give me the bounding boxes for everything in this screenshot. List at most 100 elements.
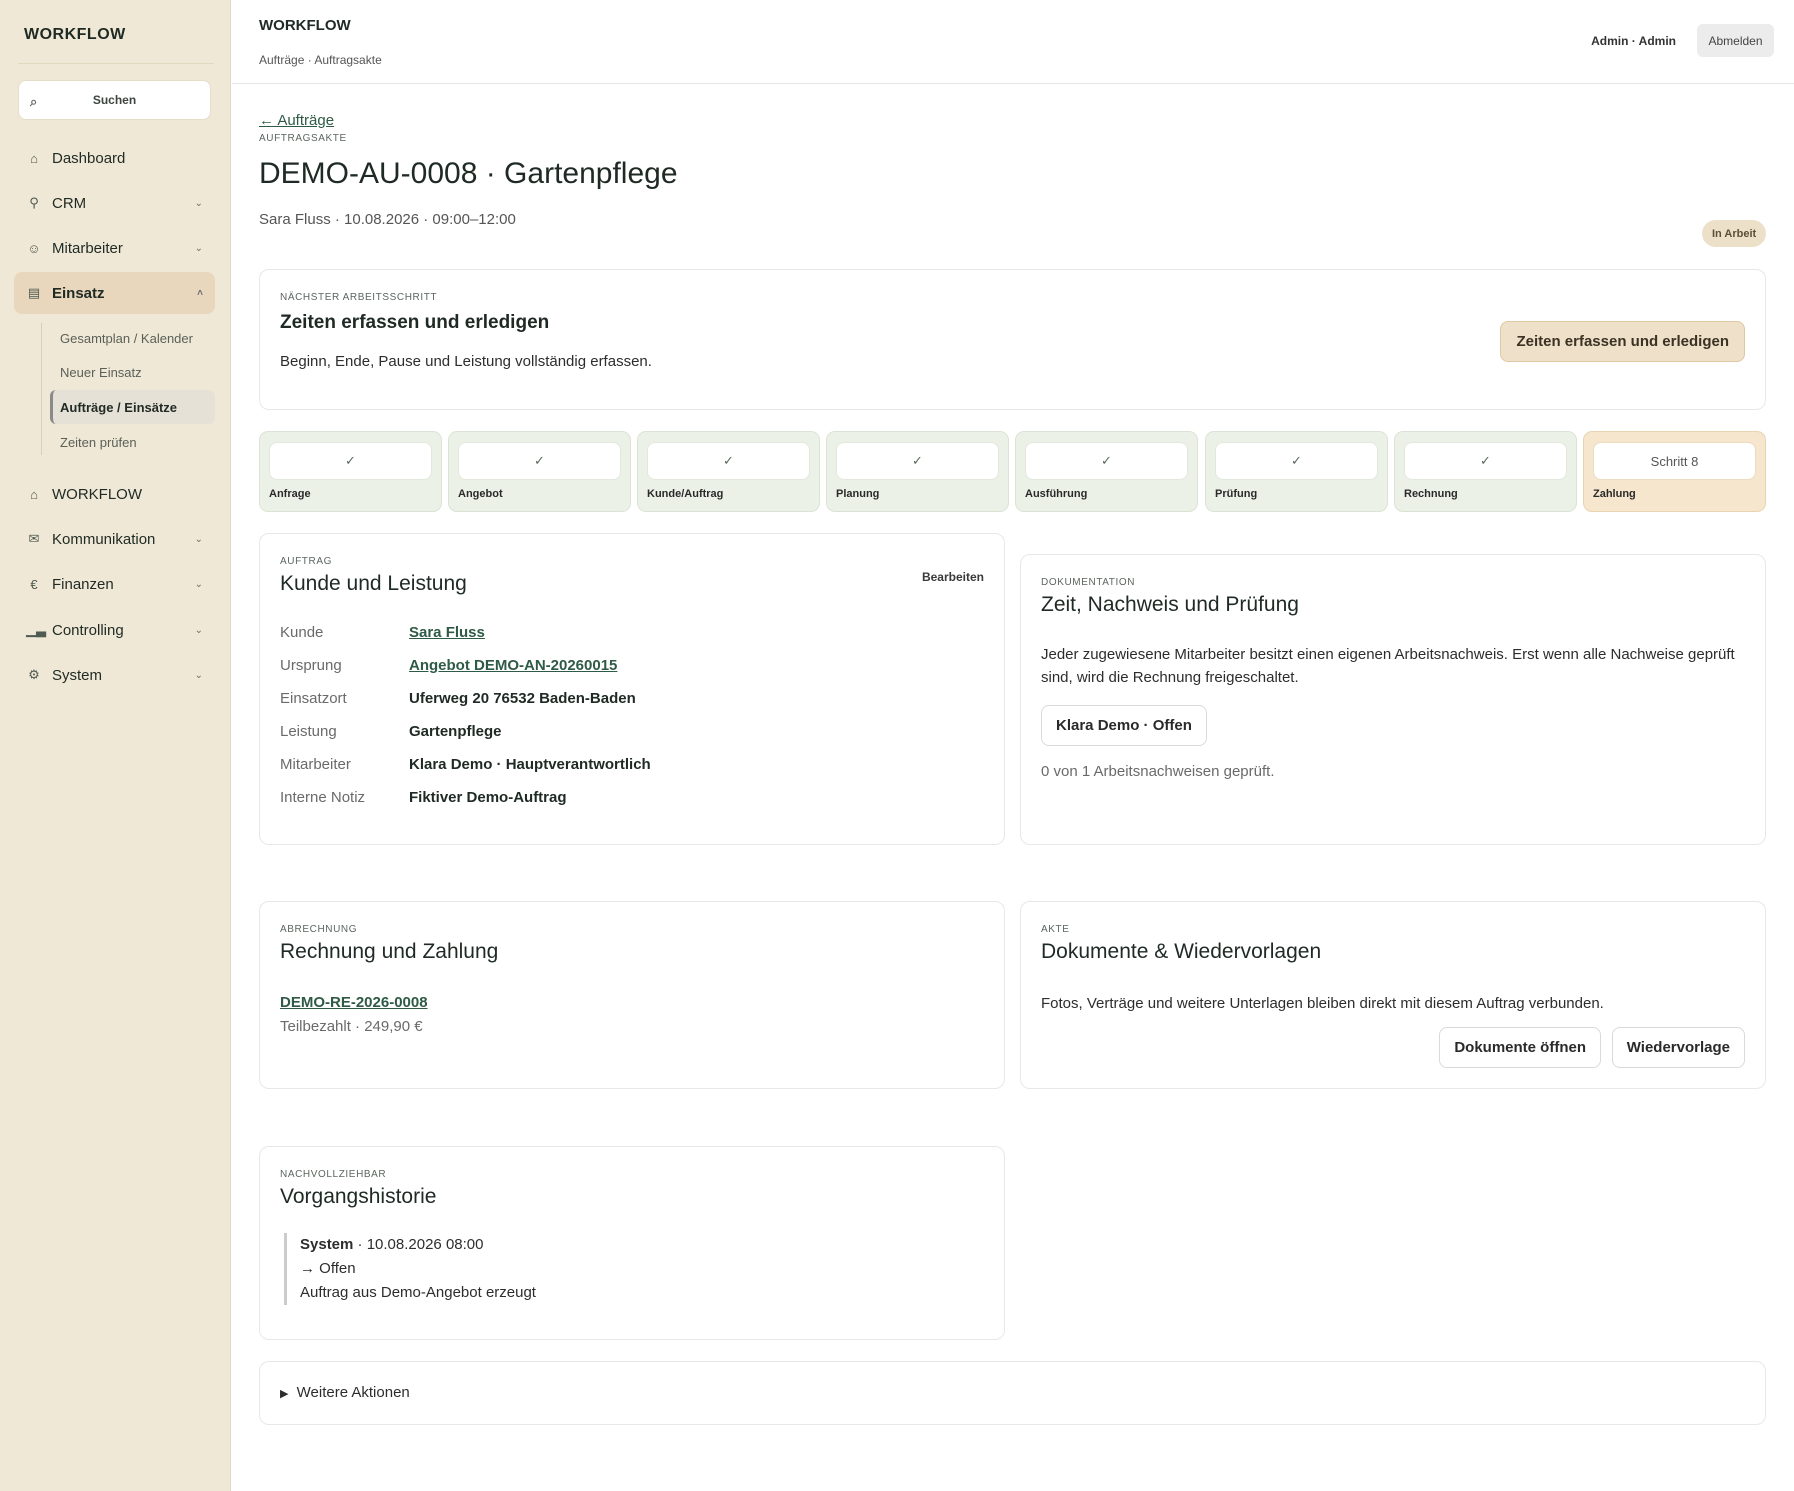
nav-workflow[interactable]: ⌂ WORKFLOW xyxy=(14,473,215,515)
search-button[interactable]: ⌕ Suchen xyxy=(18,80,211,120)
nav-label: System xyxy=(52,666,103,684)
card-title: Vorgangshistorie xyxy=(280,1185,437,1208)
back-link[interactable]: ← Aufträge xyxy=(259,112,334,129)
page-meta: Sara Fluss · 10.08.2026 · 09:00–12:00 xyxy=(259,211,516,228)
detail-value: Uferweg 20 76532 Baden-Baden xyxy=(409,690,636,707)
nav-label: Kommunikation xyxy=(52,530,156,548)
detail-value: Fiktiver Demo-Auftrag xyxy=(409,789,567,806)
detail-label: Einsatzort xyxy=(280,690,347,707)
nav-finanzen[interactable]: € Finanzen ⌄ xyxy=(14,563,215,605)
check-icon: ✓ xyxy=(647,442,810,480)
step-angebot[interactable]: ✓ Angebot xyxy=(448,431,631,512)
triangle-right-icon: ▶ xyxy=(280,1388,289,1400)
chevron-down-icon: ⌄ xyxy=(194,533,203,545)
chevron-down-icon: ⌄ xyxy=(194,578,203,590)
card-kicker: NACHVOLLZIEHBAR xyxy=(280,1169,387,1180)
nav-label: Controlling xyxy=(52,621,124,639)
files-card: AKTE Dokumente & Wiedervorlagen Fotos, V… xyxy=(1020,901,1766,1089)
chevron-down-icon: ⌄ xyxy=(194,197,203,209)
sidebar-divider xyxy=(18,63,214,64)
card-text: Fotos, Verträge und weitere Unterlagen b… xyxy=(1041,995,1604,1012)
chevron-down-icon: ⌄ xyxy=(194,624,203,636)
step-label: Rechnung xyxy=(1404,488,1458,500)
step-pruefung[interactable]: ✓ Prüfung xyxy=(1205,431,1388,512)
nav-label: Einsatz xyxy=(52,284,105,302)
card-title: Rechnung und Zahlung xyxy=(280,940,499,963)
origin-offer-link[interactable]: Angebot DEMO-AN-20260015 xyxy=(409,657,617,674)
current-user: Admin · Admin xyxy=(1591,34,1676,48)
nav-system[interactable]: ⚙ System ⌄ xyxy=(14,654,215,696)
step-rechnung[interactable]: ✓ Rechnung xyxy=(1394,431,1577,512)
card-text: Jeder zugewiesene Mitarbeiter besitzt ei… xyxy=(1041,646,1735,686)
record-times-button[interactable]: Zeiten erfassen und erledigen xyxy=(1500,321,1745,362)
sub-auftraege[interactable]: Aufträge / Einsätze xyxy=(50,390,215,424)
check-icon: ✓ xyxy=(458,442,621,480)
nav-einsatz[interactable]: ▤ Einsatz ˄ xyxy=(14,272,215,314)
users-icon: ⚲ xyxy=(29,195,39,210)
more-actions-toggle[interactable]: ▶ Weitere Aktionen xyxy=(280,1384,410,1401)
step-label: Planung xyxy=(836,488,880,500)
history-time: · 10.08.2026 08:00 xyxy=(353,1236,484,1253)
detail-label: Ursprung xyxy=(280,657,342,674)
card-kicker: NÄCHSTER ARBEITSSCHRITT xyxy=(280,292,438,303)
sidebar: WORKFLOW ⌕ Suchen ⌂ Dashboard ⚲ CRM ⌄ ☺ … xyxy=(0,0,231,1491)
app-title: WORKFLOW xyxy=(259,17,351,34)
step-kunde-auftrag[interactable]: ✓ Kunde/Auftrag xyxy=(637,431,820,512)
step-label: Angebot xyxy=(458,488,503,500)
step-planung[interactable]: ✓ Planung xyxy=(826,431,1009,512)
sub-zeiten-pruefen[interactable]: Zeiten prüfen xyxy=(50,425,215,459)
check-icon: ✓ xyxy=(1025,442,1188,480)
card-title: Kunde und Leistung xyxy=(280,572,467,595)
open-documents-button[interactable]: Dokumente öffnen xyxy=(1439,1027,1601,1068)
step-ausfuehrung[interactable]: ✓ Ausführung xyxy=(1015,431,1198,512)
customer-link[interactable]: Sara Fluss xyxy=(409,624,485,641)
nav-crm[interactable]: ⚲ CRM ⌄ xyxy=(14,182,215,224)
documentation-card: DOKUMENTATION Zeit, Nachweis und Prüfung… xyxy=(1020,554,1766,845)
followup-button[interactable]: Wiedervorlage xyxy=(1611,1027,1745,1068)
step-label: Anfrage xyxy=(269,488,311,500)
search-icon: ⌕ xyxy=(30,94,38,109)
detail-label: Leistung xyxy=(280,723,337,740)
history-card: NACHVOLLZIEHBAR Vorgangshistorie System … xyxy=(259,1146,1005,1340)
sub-gesamtplan[interactable]: Gesamtplan / Kalender xyxy=(50,321,215,355)
timesheet-chip[interactable]: Klara Demo · Offen xyxy=(1041,705,1207,746)
brand-logo[interactable]: WORKFLOW xyxy=(24,26,126,44)
card-title: Dokumente & Wiedervorlagen xyxy=(1041,940,1322,963)
billing-card: ABRECHNUNG Rechnung und Zahlung DEMO-RE-… xyxy=(259,901,1005,1089)
history-entry: System · 10.08.2026 08:00 → Offen Auftra… xyxy=(284,1233,536,1305)
submenu-line xyxy=(41,323,42,455)
chart-icon: ▁▃ xyxy=(26,622,46,637)
detail-label: Interne Notiz xyxy=(280,789,366,806)
step-label: Prüfung xyxy=(1215,488,1258,500)
edit-button[interactable]: Bearbeiten xyxy=(922,570,984,584)
step-zahlung[interactable]: Schritt 8 Zahlung xyxy=(1583,431,1766,512)
nav-mitarbeiter[interactable]: ☺ Mitarbeiter ⌄ xyxy=(14,227,215,269)
logout-button[interactable]: Abmelden xyxy=(1697,24,1774,57)
home-icon: ⌂ xyxy=(30,486,38,502)
nav-kommunikation[interactable]: ✉ Kommunikation ⌄ xyxy=(14,518,215,560)
nav-label: WORKFLOW xyxy=(52,485,142,503)
euro-icon: € xyxy=(30,576,38,592)
search-label: Suchen xyxy=(92,93,137,107)
gear-icon: ⚙ xyxy=(28,667,40,682)
sub-neuer-einsatz[interactable]: Neuer Einsatz xyxy=(50,355,215,389)
order-card: AUFTRAG Kunde und Leistung Bearbeiten Ku… xyxy=(259,533,1005,845)
card-title: Zeit, Nachweis und Prüfung xyxy=(1041,593,1299,616)
check-icon: ✓ xyxy=(1215,442,1378,480)
detail-label: Mitarbeiter xyxy=(280,756,351,773)
breadcrumb: Aufträge · Auftragsakte xyxy=(259,53,382,67)
history-actor: System xyxy=(300,1236,354,1253)
nav-label: CRM xyxy=(52,194,87,212)
nav-controlling[interactable]: ▁▃ Controlling ⌄ xyxy=(14,609,215,651)
more-actions-label: Weitere Aktionen xyxy=(296,1384,410,1401)
nav-label: Finanzen xyxy=(52,575,114,593)
nav-dashboard[interactable]: ⌂ Dashboard xyxy=(14,137,215,179)
step-label: Zahlung xyxy=(1593,488,1636,500)
step-label: Ausführung xyxy=(1025,488,1088,500)
check-icon: ✓ xyxy=(1404,442,1567,480)
invoice-link[interactable]: DEMO-RE-2026-0008 xyxy=(280,994,428,1011)
step-number: Schritt 8 xyxy=(1593,442,1756,480)
step-anfrage[interactable]: ✓ Anfrage xyxy=(259,431,442,512)
mail-icon: ✉ xyxy=(28,531,40,546)
detail-label: Kunde xyxy=(280,624,324,641)
